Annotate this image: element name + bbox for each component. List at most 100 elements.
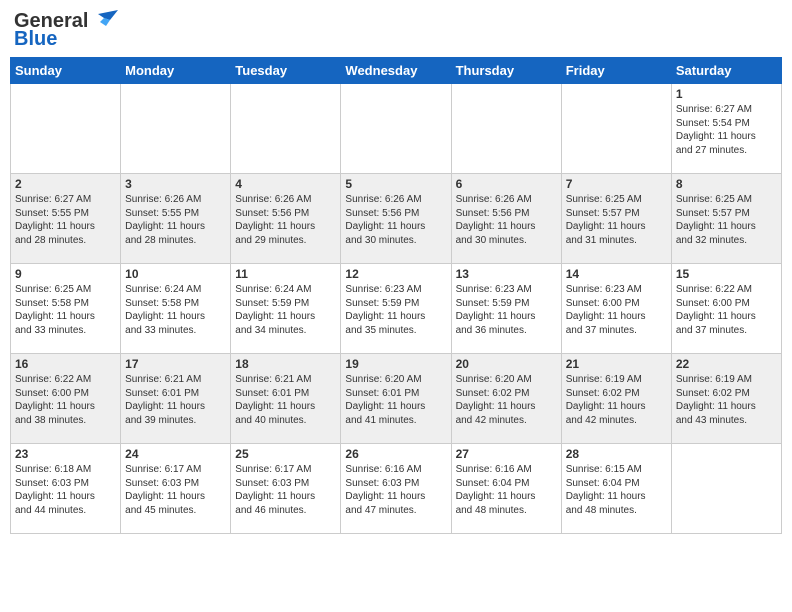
day-info: Sunrise: 6:20 AM Sunset: 6:01 PM Dayligh… [345,373,446,427]
day-cell-20: 20Sunrise: 6:20 AM Sunset: 6:02 PM Dayli… [451,354,561,444]
day-cell-23: 23 Sunrise: 6:18 AM Sunset: 6:03 PM Dayli… [11,444,121,534]
header-wednesday: Wednesday [341,58,451,84]
day-info: Sunrise: 6:22 AM Sunset: 6:00 PM Dayligh… [15,373,116,427]
day-cell-1: 1 Sunrise: 6:27 AM Sunset: 5:54 PM Daylig… [671,84,781,174]
header-sunday: Sunday [11,58,121,84]
day-info: Sunrise: 6:16 AM Sunset: 6:03 PM Dayligh… [345,463,446,517]
header-tuesday: Tuesday [231,58,341,84]
day-cell-9: 9 Sunrise: 6:25 AM Sunset: 5:58 PM Daylig… [11,264,121,354]
day-info: Sunrise: 6:27 AM Sunset: 5:54 PM Dayligh… [676,103,777,157]
day-info: Sunrise: 6:19 AM Sunset: 6:02 PM Dayligh… [566,373,667,427]
day-info: Sunrise: 6:24 AM Sunset: 5:58 PM Dayligh… [125,283,226,337]
day-cell-11: 11 Sunrise: 6:24 AM Sunset: 5:59 PM Dayli… [231,264,341,354]
day-number: 23 [15,447,116,461]
day-cell-18: 18 Sunrise: 6:21 AM Sunset: 6:01 PM Dayli… [231,354,341,444]
week-row-1: 2 Sunrise: 6:27 AM Sunset: 5:55 PM Daylig… [11,174,782,264]
logo: General Blue [14,10,118,51]
header-monday: Monday [121,58,231,84]
day-cell-3: 3 Sunrise: 6:26 AM Sunset: 5:55 PM Daylig… [121,174,231,264]
day-cell-13: 13Sunrise: 6:23 AM Sunset: 5:59 PM Dayli… [451,264,561,354]
week-row-2: 9 Sunrise: 6:25 AM Sunset: 5:58 PM Daylig… [11,264,782,354]
day-info: Sunrise: 6:22 AM Sunset: 6:00 PM Dayligh… [676,283,777,337]
day-number: 6 [456,177,557,191]
day-number: 25 [235,447,336,461]
day-number: 15 [676,267,777,281]
day-info: Sunrise: 6:21 AM Sunset: 6:01 PM Dayligh… [125,373,226,427]
day-info: Sunrise: 6:23 AM Sunset: 5:59 PM Dayligh… [456,283,557,337]
day-info: Sunrise: 6:26 AM Sunset: 5:56 PM Dayligh… [235,193,336,247]
page-header: General Blue [10,10,782,51]
day-number: 9 [15,267,116,281]
day-info: Sunrise: 6:16 AM Sunset: 6:04 PM Dayligh… [456,463,557,517]
empty-cell [341,84,451,174]
week-row-0: 1 Sunrise: 6:27 AM Sunset: 5:54 PM Daylig… [11,84,782,174]
day-number: 7 [566,177,667,191]
day-cell-25: 25 Sunrise: 6:17 AM Sunset: 6:03 PM Dayli… [231,444,341,534]
day-number: 11 [235,267,336,281]
calendar-table: SundayMondayTuesdayWednesdayThursdayFrid… [10,57,782,534]
day-info: Sunrise: 6:18 AM Sunset: 6:03 PM Dayligh… [15,463,116,517]
day-info: Sunrise: 6:17 AM Sunset: 6:03 PM Dayligh… [125,463,226,517]
day-cell-10: 10 Sunrise: 6:24 AM Sunset: 5:58 PM Dayli… [121,264,231,354]
header-friday: Friday [561,58,671,84]
day-number: 27 [456,447,557,461]
day-number: 8 [676,177,777,191]
day-cell-27: 27 Sunrise: 6:16 AM Sunset: 6:04 PM Dayli… [451,444,561,534]
logo-bird-icon [90,10,118,32]
day-cell-21: 21Sunrise: 6:19 AM Sunset: 6:02 PM Dayli… [561,354,671,444]
day-cell-17: 17 Sunrise: 6:21 AM Sunset: 6:01 PM Dayli… [121,354,231,444]
logo-blue: Blue [14,28,57,51]
day-number: 2 [15,177,116,191]
day-number: 16 [15,357,116,371]
day-info: Sunrise: 6:19 AM Sunset: 6:02 PM Dayligh… [676,373,777,427]
day-info: Sunrise: 6:25 AM Sunset: 5:58 PM Dayligh… [15,283,116,337]
calendar-header-row: SundayMondayTuesdayWednesdayThursdayFrid… [11,58,782,84]
day-info: Sunrise: 6:24 AM Sunset: 5:59 PM Dayligh… [235,283,336,337]
day-number: 17 [125,357,226,371]
day-number: 3 [125,177,226,191]
day-info: Sunrise: 6:26 AM Sunset: 5:55 PM Dayligh… [125,193,226,247]
day-info: Sunrise: 6:26 AM Sunset: 5:56 PM Dayligh… [456,193,557,247]
day-info: Sunrise: 6:23 AM Sunset: 5:59 PM Dayligh… [345,283,446,337]
header-saturday: Saturday [671,58,781,84]
day-number: 1 [676,87,777,101]
day-number: 28 [566,447,667,461]
day-info: Sunrise: 6:20 AM Sunset: 6:02 PM Dayligh… [456,373,557,427]
day-number: 10 [125,267,226,281]
day-number: 19 [345,357,446,371]
day-cell-14: 14 Sunrise: 6:23 AM Sunset: 6:00 PM Dayli… [561,264,671,354]
day-cell-2: 2 Sunrise: 6:27 AM Sunset: 5:55 PM Daylig… [11,174,121,264]
day-info: Sunrise: 6:21 AM Sunset: 6:01 PM Dayligh… [235,373,336,427]
empty-cell [231,84,341,174]
day-cell-28: 28 Sunrise: 6:15 AM Sunset: 6:04 PM Dayli… [561,444,671,534]
day-cell-22: 22 Sunrise: 6:19 AM Sunset: 6:02 PM Dayli… [671,354,781,444]
day-number: 22 [676,357,777,371]
day-number: 4 [235,177,336,191]
empty-cell [451,84,561,174]
day-info: Sunrise: 6:17 AM Sunset: 6:03 PM Dayligh… [235,463,336,517]
day-cell-12: 12 Sunrise: 6:23 AM Sunset: 5:59 PM Dayli… [341,264,451,354]
empty-cell [121,84,231,174]
day-info: Sunrise: 6:15 AM Sunset: 6:04 PM Dayligh… [566,463,667,517]
day-cell-24: 24Sunrise: 6:17 AM Sunset: 6:03 PM Dayli… [121,444,231,534]
day-info: Sunrise: 6:25 AM Sunset: 5:57 PM Dayligh… [676,193,777,247]
day-number: 14 [566,267,667,281]
day-info: Sunrise: 6:23 AM Sunset: 6:00 PM Dayligh… [566,283,667,337]
day-cell-5: 5Sunrise: 6:26 AM Sunset: 5:56 PM Daylig… [341,174,451,264]
day-cell-15: 15 Sunrise: 6:22 AM Sunset: 6:00 PM Dayli… [671,264,781,354]
header-thursday: Thursday [451,58,561,84]
day-number: 12 [345,267,446,281]
day-cell-7: 7 Sunrise: 6:25 AM Sunset: 5:57 PM Daylig… [561,174,671,264]
day-cell-26: 26 Sunrise: 6:16 AM Sunset: 6:03 PM Dayli… [341,444,451,534]
day-cell-6: 6 Sunrise: 6:26 AM Sunset: 5:56 PM Daylig… [451,174,561,264]
day-number: 26 [345,447,446,461]
day-info: Sunrise: 6:26 AM Sunset: 5:56 PM Dayligh… [345,193,446,247]
day-cell-19: 19 Sunrise: 6:20 AM Sunset: 6:01 PM Dayli… [341,354,451,444]
day-cell-8: 8 Sunrise: 6:25 AM Sunset: 5:57 PM Daylig… [671,174,781,264]
week-row-3: 16 Sunrise: 6:22 AM Sunset: 6:00 PM Dayli… [11,354,782,444]
day-info: Sunrise: 6:27 AM Sunset: 5:55 PM Dayligh… [15,193,116,247]
day-number: 18 [235,357,336,371]
empty-cell [561,84,671,174]
day-info: Sunrise: 6:25 AM Sunset: 5:57 PM Dayligh… [566,193,667,247]
week-row-4: 23 Sunrise: 6:18 AM Sunset: 6:03 PM Dayli… [11,444,782,534]
